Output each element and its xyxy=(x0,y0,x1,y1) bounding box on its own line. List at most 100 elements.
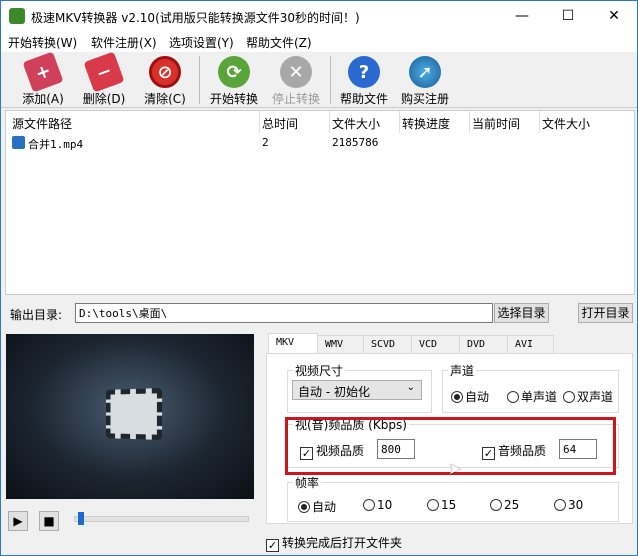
tab-wmv[interactable]: WMV xyxy=(317,335,364,354)
radio-icon xyxy=(363,499,375,511)
tab-scvd[interactable]: SCVD xyxy=(363,335,412,354)
framerate-30-label: 30 xyxy=(568,498,584,512)
channel-stereo-label: 双声道 xyxy=(577,390,614,404)
channel-stereo-radio[interactable]: 双声道 xyxy=(563,388,613,405)
col-divider xyxy=(539,111,540,133)
tab-mkv[interactable]: MKV xyxy=(268,333,318,353)
menu-start-convert[interactable]: 开始转换(W) xyxy=(8,34,77,51)
delete-label: 删除(D) xyxy=(82,92,126,106)
video-size-value: 自动 - 初始化 xyxy=(298,385,370,399)
col-header-size[interactable]: 文件大小 xyxy=(332,115,380,132)
toolbar-separator xyxy=(330,56,331,104)
col-divider xyxy=(329,111,330,133)
buy-label: 购买注册 xyxy=(400,92,449,106)
menu-help[interactable]: 帮助文件(Z) xyxy=(246,34,312,51)
clear-button[interactable]: ⊘ 清除(C) xyxy=(134,54,196,106)
playback-slider[interactable] xyxy=(74,512,249,525)
open-dir-button[interactable]: 打开目录 xyxy=(578,303,633,323)
slider-thumb[interactable] xyxy=(78,512,85,525)
col-header-current-time[interactable]: 当前时间 xyxy=(472,115,520,132)
toolbar: + 添加(A) − 删除(D) ⊘ 清除(C) ⟳ 开始转换 ✕ 停止转换 ? 帮助文件 ➚… xyxy=(1,51,637,108)
col-header-path[interactable]: 源文件路径 xyxy=(12,115,72,132)
radio-icon xyxy=(554,499,566,511)
start-convert-button[interactable]: ⟳ 开始转换 xyxy=(203,54,265,106)
window-title: 极速MKV转换器 v2.10(试用版只能转换源文件30秒的时间！) xyxy=(31,11,360,25)
framerate-10-radio[interactable]: 10 xyxy=(363,498,392,512)
help-button[interactable]: ? 帮助文件 xyxy=(333,54,395,106)
clear-icon: ⊘ xyxy=(149,56,181,88)
radio-icon xyxy=(451,391,463,403)
framerate-25-radio[interactable]: 25 xyxy=(490,498,519,512)
output-dir-input[interactable] xyxy=(75,303,493,323)
file-duration: 2 xyxy=(262,136,269,149)
video-preview xyxy=(6,334,254,499)
radio-icon xyxy=(298,501,310,513)
stop-convert-button[interactable]: ✕ 停止转换 xyxy=(265,54,327,106)
video-size-dropdown[interactable]: 自动 - 初始化 ⌄ xyxy=(292,380,422,400)
channel-auto-label: 自动 xyxy=(465,390,490,404)
app-icon xyxy=(9,8,25,24)
mouse-cursor-icon: ➤ xyxy=(448,459,462,478)
play-button[interactable]: ▶ xyxy=(8,511,28,531)
framerate-25-label: 25 xyxy=(504,498,520,512)
file-path: 合并1.mp4 xyxy=(28,138,84,151)
radio-icon xyxy=(427,499,439,511)
add-label: 添加(A) xyxy=(22,92,64,106)
framerate-auto-label: 自动 xyxy=(312,500,337,514)
video-size-label: 视频尺寸 xyxy=(293,362,346,379)
tab-vcd[interactable]: VCD xyxy=(411,335,460,354)
framerate-label: 帧率 xyxy=(293,474,322,491)
title-bar: 极速MKV转换器 v2.10(试用版只能转换源文件30秒的时间！) — ☐ ✕ xyxy=(1,1,637,32)
stop-icon: ✕ xyxy=(280,56,312,88)
radio-icon xyxy=(563,391,575,403)
refresh-icon: ⟳ xyxy=(218,56,250,88)
video-size-group: 视频尺寸 自动 - 初始化 ⌄ xyxy=(287,362,432,413)
framerate-group: 帧率 自动 10 15 25 30 xyxy=(287,474,619,522)
buy-register-button[interactable]: ➚ 购买注册 xyxy=(394,54,456,106)
col-header-duration[interactable]: 总时间 xyxy=(262,115,298,132)
add-file-icon: + xyxy=(22,51,64,93)
open-folder-after-checkbox[interactable]: ✓ 转换完成后打开文件夹 xyxy=(266,534,402,552)
film-icon xyxy=(106,388,163,440)
delete-button[interactable]: − 删除(D) xyxy=(73,51,135,106)
checkbox-icon: ✓ xyxy=(266,539,279,552)
channel-auto-radio[interactable]: 自动 xyxy=(451,388,489,405)
menu-register[interactable]: 软件注册(X) xyxy=(91,34,157,51)
add-button[interactable]: + 添加(A) xyxy=(12,51,74,106)
delete-file-icon: − xyxy=(83,51,125,93)
framerate-30-radio[interactable]: 30 xyxy=(554,498,583,512)
framerate-auto-radio[interactable]: 自动 xyxy=(298,498,336,515)
col-divider xyxy=(259,111,260,133)
help-icon: ? xyxy=(348,56,380,88)
globe-cursor-icon: ➚ xyxy=(409,56,441,88)
close-button[interactable]: ✕ xyxy=(591,1,637,32)
tab-avi[interactable]: AVI xyxy=(507,335,554,354)
clear-label: 清除(C) xyxy=(144,92,186,106)
file-list[interactable]: 源文件路径 总时间 文件大小 转换进度 当前时间 文件大小 合并1.mp4 2 … xyxy=(5,110,635,295)
menu-options[interactable]: 选项设置(Y) xyxy=(169,34,234,51)
channel-mono-radio[interactable]: 单声道 xyxy=(507,388,557,405)
help-label: 帮助文件 xyxy=(339,92,388,106)
chevron-down-icon: ⌄ xyxy=(406,382,415,393)
channel-label: 声道 xyxy=(448,362,477,379)
col-header-progress[interactable]: 转换进度 xyxy=(402,115,450,132)
col-divider xyxy=(399,111,400,133)
minimize-button[interactable]: — xyxy=(499,1,545,32)
channel-group: 声道 自动 单声道 双声道 xyxy=(442,362,619,413)
radio-icon xyxy=(490,499,502,511)
open-folder-after-label: 转换完成后打开文件夹 xyxy=(282,536,403,550)
framerate-15-label: 15 xyxy=(441,498,457,512)
col-header-out-size[interactable]: 文件大小 xyxy=(542,115,590,132)
maximize-button[interactable]: ☐ xyxy=(545,1,591,32)
choose-dir-button[interactable]: 选择目录 xyxy=(494,303,549,323)
toolbar-separator xyxy=(199,56,200,104)
file-size: 2185786 xyxy=(332,136,379,149)
menu-bar: 开始转换(W) 软件注册(X) 选项设置(Y) 帮助文件(Z) xyxy=(1,32,637,52)
col-divider xyxy=(469,111,470,133)
output-dir-label: 输出目录: xyxy=(10,308,63,322)
stop-label: 停止转换 xyxy=(271,92,320,106)
tab-dvd[interactable]: DVD xyxy=(459,335,508,354)
start-label: 开始转换 xyxy=(209,92,258,106)
framerate-15-radio[interactable]: 15 xyxy=(427,498,456,512)
stop-button[interactable]: ■ xyxy=(39,511,59,531)
